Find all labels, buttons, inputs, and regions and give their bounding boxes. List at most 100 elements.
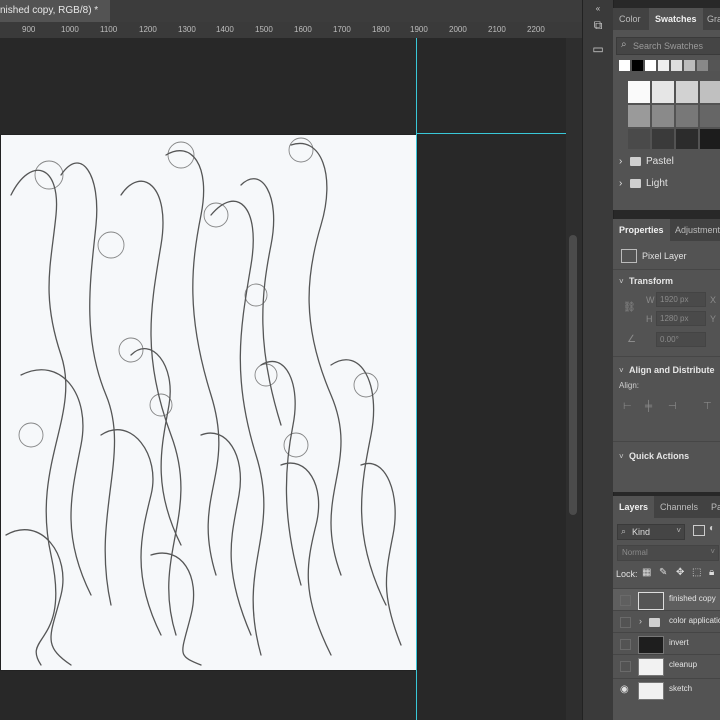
tab-adjustments[interactable]: Adjustment	[669, 219, 720, 241]
swatches-panel: Color Swatches Gra ⌕ Search Swatches › P…	[613, 8, 720, 210]
swatch[interactable]	[700, 105, 720, 127]
swatch[interactable]	[697, 60, 708, 71]
folder-icon	[649, 618, 660, 627]
folder-icon	[630, 179, 641, 188]
panel-icon-strip: « ⧉ ▭	[582, 0, 614, 720]
layer-row-color-application[interactable]: › color application	[613, 610, 720, 633]
align-heading[interactable]: Align and Distribute	[629, 365, 715, 375]
swatch[interactable]	[700, 129, 720, 149]
history-icon[interactable]: ⧉	[591, 18, 605, 32]
align-label: Align:	[619, 381, 640, 390]
artwork-canvas[interactable]	[0, 134, 418, 671]
comments-icon[interactable]: ▭	[591, 42, 605, 56]
ruler-label: 1200	[139, 25, 157, 34]
angle-field[interactable]: 0.00°	[656, 332, 706, 347]
align-center-icon[interactable]: ╪	[645, 401, 652, 412]
layer-name[interactable]: color application	[669, 616, 720, 625]
lock-artboard-icon[interactable]: ⬚	[692, 567, 701, 578]
tab-layers[interactable]: Layers	[613, 496, 655, 518]
tab-paths[interactable]: Pa	[705, 496, 720, 518]
swatch[interactable]	[652, 129, 674, 149]
divider	[613, 269, 720, 270]
horizontal-guide[interactable]	[416, 133, 566, 134]
canvas-area[interactable]	[0, 38, 566, 720]
layer-filter-select[interactable]: ⌕ Kind ˅	[617, 524, 685, 540]
tab-color[interactable]: Color	[613, 8, 647, 30]
swatches-search-input[interactable]: ⌕ Search Swatches	[616, 37, 720, 55]
width-field[interactable]: 1920 px	[656, 292, 706, 307]
tab-gradients[interactable]: Gra	[701, 8, 720, 30]
tab-properties[interactable]: Properties	[613, 219, 670, 241]
eye-icon[interactable]: ◉	[620, 684, 631, 695]
align-top-icon[interactable]: ⊤	[703, 401, 712, 412]
swatch[interactable]	[684, 60, 695, 71]
align-right-icon[interactable]: ⊣	[668, 401, 677, 412]
lock-position-icon[interactable]: ✥	[676, 567, 684, 578]
layer-thumbnail	[638, 658, 664, 676]
document-tab[interactable]: nished copy, RGB/8) *	[0, 0, 110, 22]
tab-swatches[interactable]: Swatches	[649, 8, 703, 30]
layer-name[interactable]: sketch	[669, 684, 692, 693]
swatch[interactable]	[652, 81, 674, 103]
quick-actions-heading[interactable]: Quick Actions	[629, 451, 689, 461]
vertical-guide[interactable]	[416, 38, 417, 720]
layer-name[interactable]: invert	[669, 638, 689, 647]
swatch-black[interactable]	[632, 60, 643, 71]
layer-thumbnail	[638, 636, 664, 654]
swatch-white[interactable]	[619, 60, 630, 71]
swatch[interactable]	[700, 81, 720, 103]
visibility-toggle[interactable]	[620, 639, 631, 650]
chevron-right-icon[interactable]: ›	[619, 174, 622, 194]
divider	[613, 441, 720, 442]
swatch[interactable]	[628, 81, 650, 103]
swatch[interactable]	[676, 105, 698, 127]
swatch[interactable]	[671, 60, 682, 71]
align-left-icon[interactable]: ⊢	[623, 401, 632, 412]
chevron-down-icon: ˅	[676, 526, 681, 535]
swatch[interactable]	[628, 105, 650, 127]
link-icon[interactable]: ⛓	[623, 302, 636, 313]
chevron-right-icon[interactable]: ›	[619, 152, 622, 172]
scrollbar-thumb[interactable]	[569, 235, 577, 515]
swatch-folder-light[interactable]: › Light	[613, 174, 720, 194]
layer-row-cleanup[interactable]: cleanup	[613, 654, 720, 677]
angle-icon: ∠	[627, 334, 636, 345]
layer-row-invert[interactable]: invert	[613, 632, 720, 655]
ruler-label: 900	[22, 25, 36, 34]
blend-mode-select[interactable]: Normal ˅	[617, 545, 719, 561]
folder-label: Light	[646, 178, 668, 189]
swatch[interactable]	[676, 81, 698, 103]
swatch[interactable]	[652, 105, 674, 127]
layer-name[interactable]: cleanup	[669, 660, 697, 669]
layers-panel: Layers Channels Pa ⌕ Kind ˅ ◐ Normal ˅ L…	[613, 496, 720, 720]
tab-channels[interactable]: Channels	[654, 496, 704, 518]
collapse-panels-icon[interactable]: «	[591, 2, 605, 16]
swatch[interactable]	[710, 60, 720, 71]
chevron-down-icon[interactable]: ˅	[619, 277, 624, 286]
height-field[interactable]: 1280 px	[656, 311, 706, 326]
visibility-toggle[interactable]	[620, 661, 631, 672]
width-label: W	[646, 295, 655, 305]
ruler-label: 1500	[255, 25, 273, 34]
visibility-toggle[interactable]	[620, 595, 631, 606]
visibility-toggle[interactable]	[620, 617, 631, 628]
lock-paint-icon[interactable]: ✎	[659, 567, 667, 578]
swatch[interactable]	[658, 60, 669, 71]
swatch[interactable]	[645, 60, 656, 71]
swatch-folder-pastel[interactable]: › Pastel	[613, 152, 720, 172]
layer-row-finished-copy[interactable]: finished copy	[613, 588, 720, 611]
filter-adjustment-icon[interactable]: ◐	[709, 523, 715, 534]
transform-heading[interactable]: Transform	[629, 276, 673, 286]
search-placeholder: Search Swatches	[633, 41, 704, 51]
layer-row-sketch[interactable]: ◉ sketch	[613, 678, 720, 701]
chevron-down-icon[interactable]: ˅	[619, 452, 624, 461]
layer-name[interactable]: finished copy	[669, 594, 716, 603]
layer-thumbnail	[638, 592, 664, 610]
lock-transparency-icon[interactable]: ▦	[642, 567, 651, 578]
swatch[interactable]	[628, 129, 650, 149]
chevron-right-icon[interactable]: ›	[639, 616, 642, 626]
chevron-down-icon[interactable]: ˅	[619, 366, 624, 375]
lock-all-icon[interactable]: 🔒︎	[709, 567, 714, 578]
swatch[interactable]	[676, 129, 698, 149]
filter-pixel-icon[interactable]	[693, 525, 705, 536]
